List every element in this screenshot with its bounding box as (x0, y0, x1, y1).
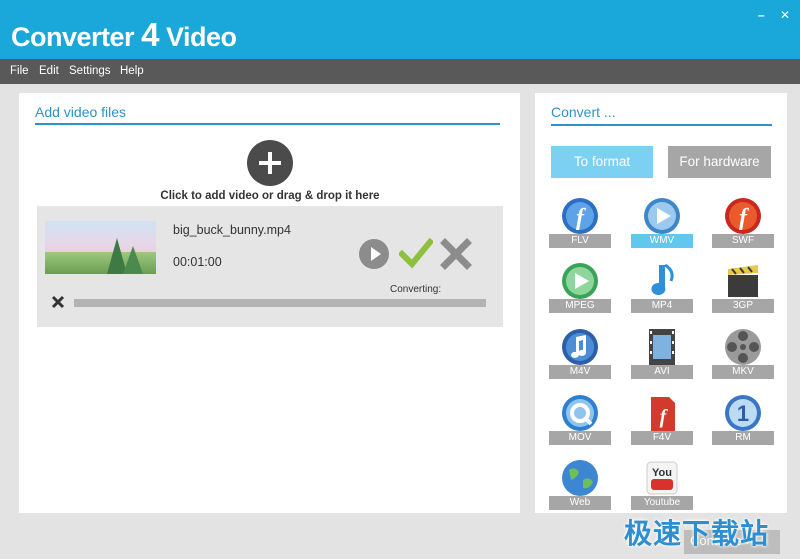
format-label: FLV (549, 234, 611, 248)
mp4-icon (651, 263, 674, 295)
menu-file[interactable]: File (10, 65, 29, 77)
progress-bar (74, 299, 486, 307)
close-button[interactable]: ✕ (780, 9, 790, 21)
f4v-icon: f (651, 397, 675, 431)
title-bar: Converter 4 Video – ✕ (0, 0, 800, 59)
format-label: F4V (631, 431, 693, 445)
format-web[interactable]: Web (549, 458, 611, 510)
format-mp4[interactable]: MP4 (631, 261, 693, 313)
format-label: RM (712, 431, 774, 445)
play-icon[interactable] (359, 239, 389, 269)
convert-title: Convert ... (551, 104, 616, 120)
video-thumbnail (45, 221, 156, 274)
format-wmv[interactable]: WMV (631, 196, 693, 248)
format-label: MPEG (549, 299, 611, 313)
format-label: Web (549, 496, 611, 510)
format-label: MP4 (631, 299, 693, 313)
format-label: 3GP (712, 299, 774, 313)
add-files-divider (35, 123, 500, 125)
format-label: WMV (631, 234, 693, 248)
minimize-button[interactable]: – (758, 9, 765, 21)
checkmark-icon[interactable] (397, 236, 435, 270)
convert-divider (551, 124, 772, 126)
format-youtube[interactable]: You Youtube (631, 458, 693, 510)
tab-for-hardware[interactable]: For hardware (668, 146, 771, 178)
add-video-hint: Click to add video or drag & drop it her… (160, 190, 380, 202)
m4v-icon (562, 329, 598, 365)
format-mov[interactable]: MOV (549, 393, 611, 445)
menu-help[interactable]: Help (120, 65, 144, 77)
format-label: MOV (549, 431, 611, 445)
svg-text:1: 1 (737, 401, 749, 426)
youtube-icon: You (646, 461, 678, 495)
cancel-icon[interactable] (440, 238, 472, 270)
format-label: SWF (712, 234, 774, 248)
swf-icon: f (725, 198, 761, 234)
flv-icon: f (562, 198, 598, 234)
format-flv[interactable]: f FLV (549, 196, 611, 248)
format-avi[interactable]: AVI (631, 327, 693, 379)
format-mkv[interactable]: MKV (712, 327, 774, 379)
menu-edit[interactable]: Edit (39, 65, 59, 77)
add-files-title: Add video files (35, 104, 127, 120)
watermark-text: 极速下载站 (624, 518, 770, 549)
app-title: Converter 4 Video (11, 16, 237, 54)
format-mpeg[interactable]: MPEG (549, 261, 611, 313)
avi-icon (649, 329, 675, 365)
menu-bar: File Edit Settings Help (0, 59, 800, 84)
format-label: AVI (631, 365, 693, 379)
rm-icon: 1 (725, 395, 761, 431)
file-item: big_buck_bunny.mp4 00:01:00 Converting: (37, 206, 503, 327)
web-globe-icon (562, 460, 598, 496)
app-title-number: 4 (141, 16, 159, 53)
add-video-button[interactable] (247, 140, 293, 186)
format-rm[interactable]: 1 RM (712, 393, 774, 445)
format-3gp[interactable]: 3GP (712, 261, 774, 313)
format-m4v[interactable]: M4V (549, 327, 611, 379)
tab-to-format[interactable]: To format (551, 146, 653, 178)
app-title-prefix: Converter (11, 22, 135, 52)
mpeg-icon (562, 263, 598, 299)
file-duration: 00:01:00 (173, 255, 222, 269)
format-f4v[interactable]: f F4V (631, 393, 693, 445)
menu-settings[interactable]: Settings (69, 65, 111, 77)
file-name: big_buck_bunny.mp4 (173, 223, 291, 237)
format-label: Youtube (631, 496, 693, 510)
svg-text:You: You (652, 467, 672, 479)
wmv-icon (644, 198, 680, 234)
format-label: MKV (712, 365, 774, 379)
format-label: M4V (549, 365, 611, 379)
converting-label: Converting: (390, 284, 442, 295)
format-swf[interactable]: f SWF (712, 196, 774, 248)
mkv-icon (725, 329, 761, 365)
mov-icon (562, 395, 598, 431)
remove-file-icon[interactable] (51, 295, 65, 309)
3gp-icon (728, 265, 758, 297)
app-title-suffix: Video (165, 22, 237, 52)
